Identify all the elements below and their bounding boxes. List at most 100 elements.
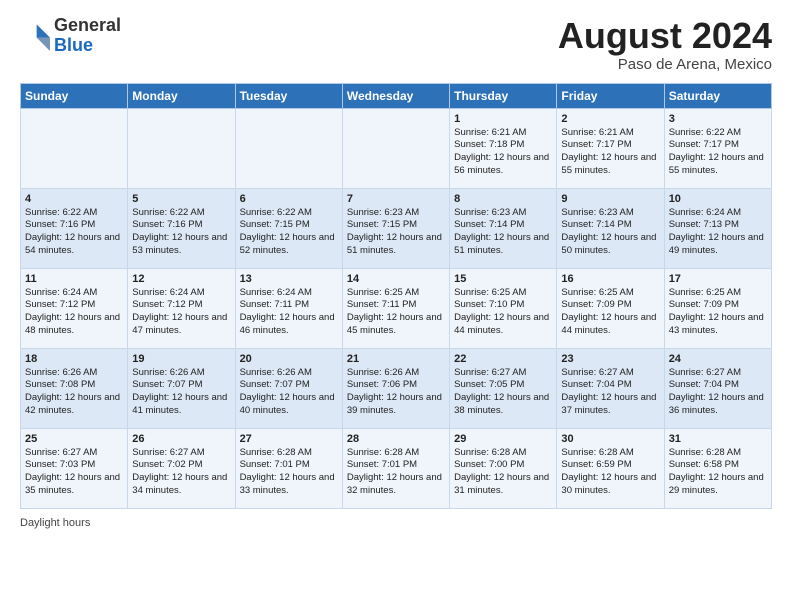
logo-blue: Blue	[54, 35, 93, 55]
day-info: Sunrise: 6:24 AM Sunset: 7:11 PM Dayligh…	[240, 287, 338, 338]
day-number: 14	[347, 273, 445, 285]
footer: Daylight hours	[20, 517, 772, 529]
day-info: Sunrise: 6:23 AM Sunset: 7:14 PM Dayligh…	[454, 207, 552, 258]
day-number: 2	[561, 113, 659, 125]
calendar-cell: 4 Sunrise: 6:22 AM Sunset: 7:16 PM Daylig…	[21, 188, 128, 268]
day-info: Sunrise: 6:28 AM Sunset: 7:01 PM Dayligh…	[240, 447, 338, 498]
day-number: 3	[669, 113, 767, 125]
day-number: 29	[454, 433, 552, 445]
calendar-cell: 6 Sunrise: 6:22 AM Sunset: 7:15 PM Daylig…	[235, 188, 342, 268]
day-number: 30	[561, 433, 659, 445]
day-number: 16	[561, 273, 659, 285]
day-info: Sunrise: 6:27 AM Sunset: 7:04 PM Dayligh…	[561, 367, 659, 418]
calendar-cell: 1Sunrise: 6:21 AM Sunset: 7:18 PM Daylig…	[450, 108, 557, 188]
calendar-week-row: 1Sunrise: 6:21 AM Sunset: 7:18 PM Daylig…	[21, 108, 772, 188]
day-number: 17	[669, 273, 767, 285]
header-row: SundayMondayTuesdayWednesdayThursdayFrid…	[21, 83, 772, 108]
location: Paso de Arena, Mexico	[558, 56, 772, 73]
day-number: 28	[347, 433, 445, 445]
day-number: 12	[132, 273, 230, 285]
day-number: 5	[132, 193, 230, 205]
day-info: Sunrise: 6:28 AM Sunset: 6:59 PM Dayligh…	[561, 447, 659, 498]
day-number: 4	[25, 193, 123, 205]
calendar-cell: 10Sunrise: 6:24 AM Sunset: 7:13 PM Dayli…	[664, 188, 771, 268]
weekday-header: Thursday	[450, 83, 557, 108]
calendar-cell: 2 Sunrise: 6:21 AM Sunset: 7:17 PM Daylig…	[557, 108, 664, 188]
day-number: 8	[454, 193, 552, 205]
calendar-cell: 7 Sunrise: 6:23 AM Sunset: 7:15 PM Daylig…	[342, 188, 449, 268]
day-number: 6	[240, 193, 338, 205]
day-info: Sunrise: 6:25 AM Sunset: 7:09 PM Dayligh…	[561, 287, 659, 338]
day-number: 1	[454, 113, 552, 125]
day-info: Sunrise: 6:24 AM Sunset: 7:13 PM Dayligh…	[669, 207, 767, 258]
calendar-cell: 12 Sunrise: 6:24 AM Sunset: 7:12 PM Dayli…	[128, 268, 235, 348]
calendar-cell	[128, 108, 235, 188]
day-number: 26	[132, 433, 230, 445]
month-year: August 2024	[558, 16, 772, 56]
day-info: Sunrise: 6:26 AM Sunset: 7:06 PM Dayligh…	[347, 367, 445, 418]
day-number: 18	[25, 353, 123, 365]
day-number: 27	[240, 433, 338, 445]
day-info: Sunrise: 6:26 AM Sunset: 7:07 PM Dayligh…	[132, 367, 230, 418]
calendar-cell: 24Sunrise: 6:27 AM Sunset: 7:04 PM Dayli…	[664, 348, 771, 428]
weekday-header: Wednesday	[342, 83, 449, 108]
day-info: Sunrise: 6:28 AM Sunset: 7:01 PM Dayligh…	[347, 447, 445, 498]
day-number: 9	[561, 193, 659, 205]
day-number: 15	[454, 273, 552, 285]
calendar-cell: 17 Sunrise: 6:25 AM Sunset: 7:09 PM Dayli…	[664, 268, 771, 348]
weekday-header: Monday	[128, 83, 235, 108]
calendar-cell: 28 Sunrise: 6:28 AM Sunset: 7:01 PM Dayli…	[342, 428, 449, 508]
logo-general: General	[54, 15, 121, 35]
day-info: Sunrise: 6:21 AM Sunset: 7:17 PM Dayligh…	[561, 127, 659, 178]
daylight-label: Daylight hours	[20, 517, 90, 529]
day-number: 25	[25, 433, 123, 445]
day-info: Sunrise: 6:22 AM Sunset: 7:16 PM Dayligh…	[132, 207, 230, 258]
day-info: Sunrise: 6:24 AM Sunset: 7:12 PM Dayligh…	[132, 287, 230, 338]
page: General Blue August 2024 Paso de Arena, …	[0, 0, 792, 545]
calendar-cell: 29 Sunrise: 6:28 AM Sunset: 7:00 PM Dayli…	[450, 428, 557, 508]
day-number: 13	[240, 273, 338, 285]
generalblue-logo-icon	[20, 21, 50, 51]
day-number: 22	[454, 353, 552, 365]
logo: General Blue	[20, 16, 121, 56]
header: General Blue August 2024 Paso de Arena, …	[20, 16, 772, 73]
calendar-week-row: 25 Sunrise: 6:27 AM Sunset: 7:03 PM Dayli…	[21, 428, 772, 508]
calendar-cell: 23 Sunrise: 6:27 AM Sunset: 7:04 PM Dayli…	[557, 348, 664, 428]
calendar-week-row: 4 Sunrise: 6:22 AM Sunset: 7:16 PM Daylig…	[21, 188, 772, 268]
day-info: Sunrise: 6:26 AM Sunset: 7:07 PM Dayligh…	[240, 367, 338, 418]
day-number: 19	[132, 353, 230, 365]
day-info: Sunrise: 6:28 AM Sunset: 7:00 PM Dayligh…	[454, 447, 552, 498]
day-info: Sunrise: 6:27 AM Sunset: 7:02 PM Dayligh…	[132, 447, 230, 498]
calendar-cell: 18Sunrise: 6:26 AM Sunset: 7:08 PM Dayli…	[21, 348, 128, 428]
title-block: August 2024 Paso de Arena, Mexico	[558, 16, 772, 73]
calendar-cell: 14 Sunrise: 6:25 AM Sunset: 7:11 PM Dayli…	[342, 268, 449, 348]
calendar-cell: 16 Sunrise: 6:25 AM Sunset: 7:09 PM Dayli…	[557, 268, 664, 348]
calendar-table: SundayMondayTuesdayWednesdayThursdayFrid…	[20, 83, 772, 509]
weekday-header: Tuesday	[235, 83, 342, 108]
day-info: Sunrise: 6:23 AM Sunset: 7:15 PM Dayligh…	[347, 207, 445, 258]
day-info: Sunrise: 6:25 AM Sunset: 7:09 PM Dayligh…	[669, 287, 767, 338]
day-info: Sunrise: 6:23 AM Sunset: 7:14 PM Dayligh…	[561, 207, 659, 258]
day-info: Sunrise: 6:25 AM Sunset: 7:11 PM Dayligh…	[347, 287, 445, 338]
calendar-cell	[342, 108, 449, 188]
calendar-cell: 22 Sunrise: 6:27 AM Sunset: 7:05 PM Dayli…	[450, 348, 557, 428]
calendar-cell: 21Sunrise: 6:26 AM Sunset: 7:06 PM Dayli…	[342, 348, 449, 428]
calendar-cell: 15Sunrise: 6:25 AM Sunset: 7:10 PM Dayli…	[450, 268, 557, 348]
day-number: 23	[561, 353, 659, 365]
day-info: Sunrise: 6:27 AM Sunset: 7:05 PM Dayligh…	[454, 367, 552, 418]
calendar-cell: 5 Sunrise: 6:22 AM Sunset: 7:16 PM Daylig…	[128, 188, 235, 268]
weekday-header: Friday	[557, 83, 664, 108]
calendar-cell: 19 Sunrise: 6:26 AM Sunset: 7:07 PM Dayli…	[128, 348, 235, 428]
weekday-header: Saturday	[664, 83, 771, 108]
day-info: Sunrise: 6:27 AM Sunset: 7:03 PM Dayligh…	[25, 447, 123, 498]
day-info: Sunrise: 6:22 AM Sunset: 7:16 PM Dayligh…	[25, 207, 123, 258]
calendar-cell: 27 Sunrise: 6:28 AM Sunset: 7:01 PM Dayli…	[235, 428, 342, 508]
calendar-cell: 30 Sunrise: 6:28 AM Sunset: 6:59 PM Dayli…	[557, 428, 664, 508]
day-info: Sunrise: 6:24 AM Sunset: 7:12 PM Dayligh…	[25, 287, 123, 338]
day-number: 7	[347, 193, 445, 205]
day-info: Sunrise: 6:22 AM Sunset: 7:15 PM Dayligh…	[240, 207, 338, 258]
day-number: 20	[240, 353, 338, 365]
weekday-header: Sunday	[21, 83, 128, 108]
calendar-cell	[235, 108, 342, 188]
calendar-cell: 11Sunrise: 6:24 AM Sunset: 7:12 PM Dayli…	[21, 268, 128, 348]
